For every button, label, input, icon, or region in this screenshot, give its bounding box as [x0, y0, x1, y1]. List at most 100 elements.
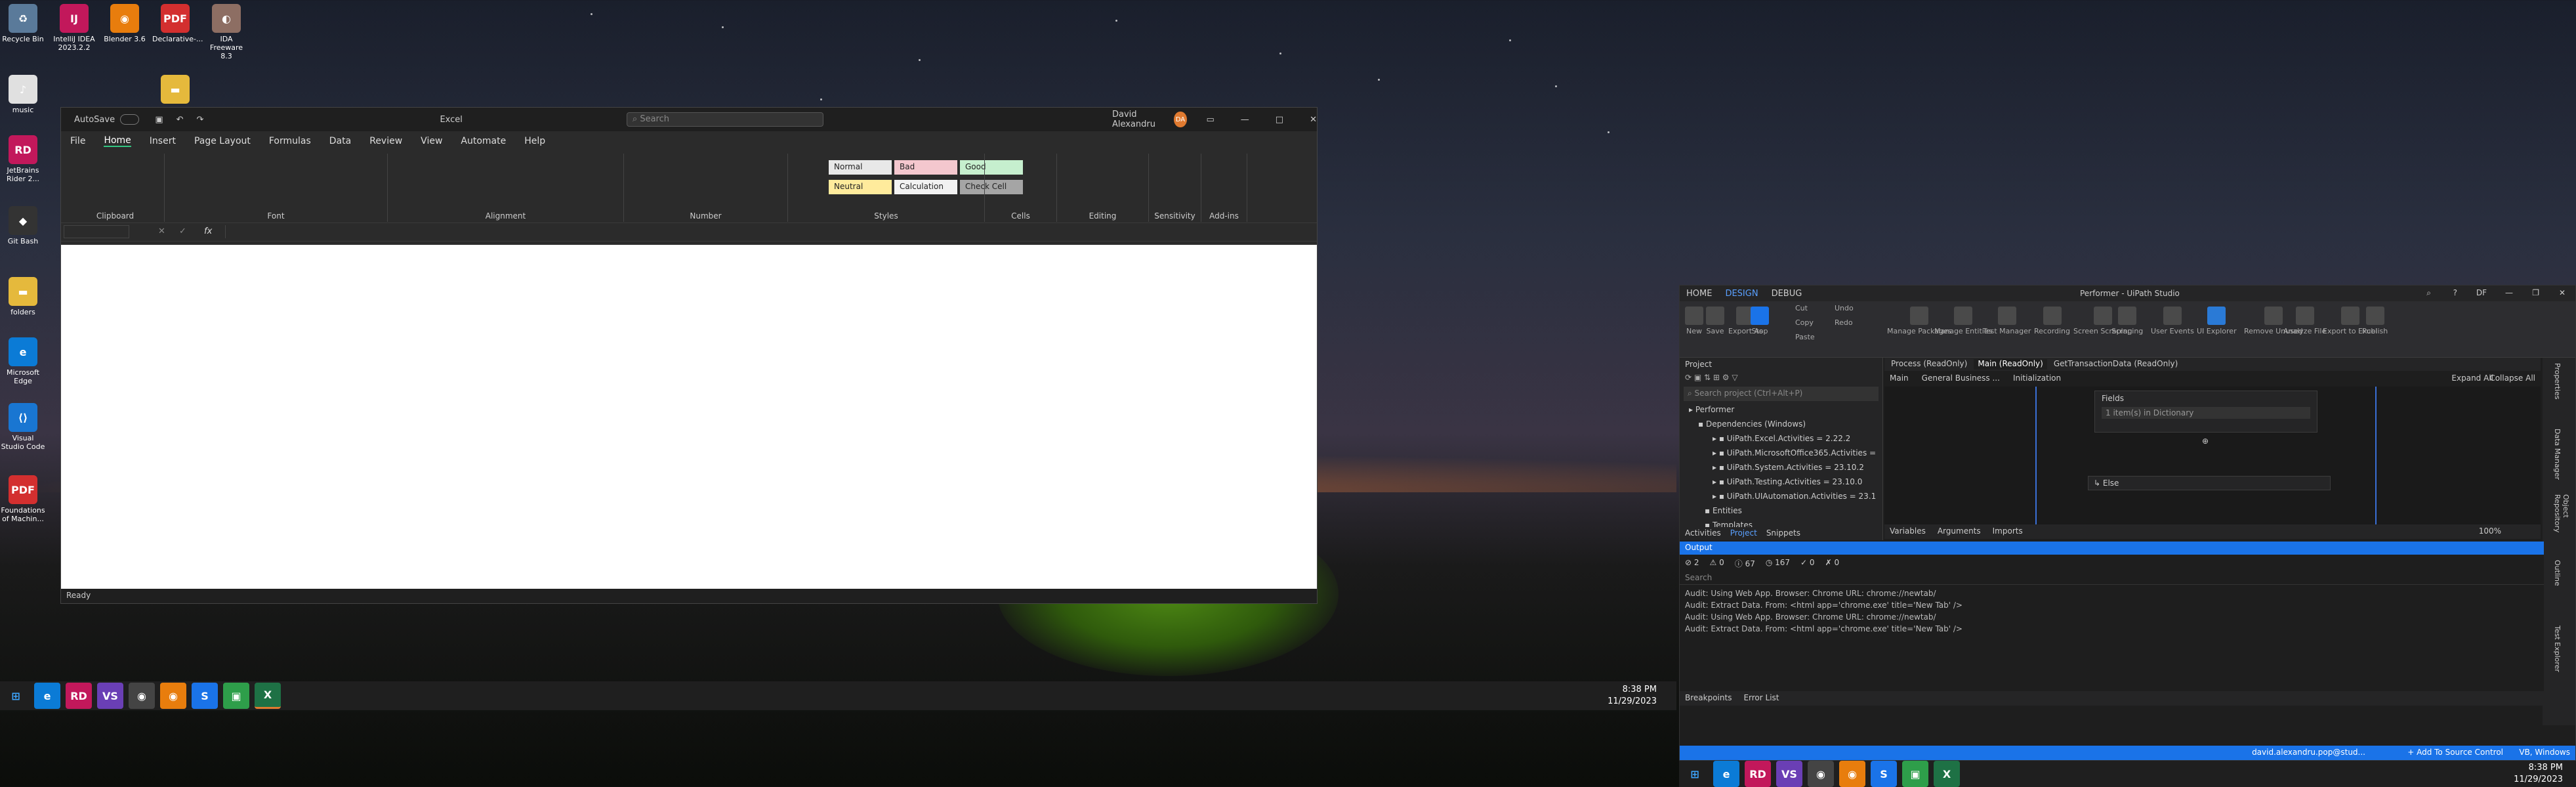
ribbon-stop-button[interactable]: Stop — [1751, 307, 1769, 335]
uipath-taskbar-icon[interactable]: S — [1871, 761, 1897, 787]
windows-start-icon[interactable]: ⊞ — [3, 683, 29, 709]
status-user[interactable]: david.alexandru.pop@stud... — [2252, 748, 2365, 757]
autosave-label[interactable]: AutoSave — [74, 115, 115, 125]
user-avatar[interactable]: DA — [1174, 112, 1187, 127]
blender-taskbar-icon[interactable]: ◉ — [160, 683, 186, 709]
footer-tab-error-list[interactable]: Error List — [1743, 693, 1779, 704]
user-initials[interactable]: DF — [2476, 288, 2487, 297]
visual-studio-taskbar-icon[interactable]: VS — [1776, 761, 1802, 787]
desktop-icon[interactable]: ◐ IDA Freeware 8.3 — [203, 4, 249, 60]
ribbon-user-events-button[interactable]: User Events — [2151, 307, 2194, 335]
ribbon-scraping-button[interactable]: Scraping — [2111, 307, 2143, 335]
help-icon[interactable]: ? — [2453, 288, 2457, 297]
undo-icon[interactable]: ↶ — [177, 115, 184, 125]
uipath-assistant-taskbar-icon[interactable]: ▣ — [223, 683, 249, 709]
panel-tab-activities[interactable]: Activities — [1685, 528, 1721, 539]
side-tab-data-manager[interactable]: Data Manager — [2543, 423, 2572, 489]
ribbon-undo-button[interactable]: Undo — [1835, 304, 1854, 312]
tree-item[interactable]: ▪ Entities — [1689, 503, 1882, 518]
breadcrumb-item[interactable]: Main — [1890, 373, 1909, 384]
output-search-input[interactable]: Search — [1680, 572, 2544, 585]
ribbon-display-icon[interactable]: ▭ — [1207, 115, 1215, 125]
ribbon-analyze-file-button[interactable]: Analyze File — [2283, 307, 2326, 335]
save-icon[interactable]: ▣ — [155, 115, 163, 125]
tree-item[interactable]: ▸ Performer — [1689, 402, 1882, 417]
visual-studio-taskbar-icon[interactable]: VS — [97, 683, 123, 709]
desktop-icon[interactable]: e Microsoft Edge — [0, 337, 46, 385]
tree-item[interactable]: ▸ ▪ UiPath.System.Activities = 23.10.2 — [1689, 460, 1882, 475]
output-filter[interactable]: ✗ 0 — [1825, 558, 1840, 568]
ribbon-tab-help[interactable]: Help — [524, 136, 545, 146]
desktop-icon[interactable]: PDF Foundations of Machin... — [0, 475, 46, 523]
add-activity-icon[interactable]: ⊕ — [2202, 436, 2209, 446]
ribbon-tab-data[interactable]: Data — [329, 136, 351, 146]
desktop-icon[interactable]: ◉ Blender 3.6 — [102, 4, 148, 43]
github-taskbar-icon[interactable]: ◉ — [1808, 761, 1834, 787]
tab-design[interactable]: DESIGN — [1718, 289, 1764, 299]
desktop-icon[interactable]: ◆ Git Bash — [0, 206, 46, 245]
studio-search-icon[interactable]: ⌕ — [2426, 288, 2431, 298]
tab-imports[interactable]: Imports — [1993, 526, 2023, 537]
ribbon-tab-formulas[interactable]: Formulas — [269, 136, 311, 146]
output-filter[interactable]: ✓ 0 — [1800, 558, 1815, 568]
document-tab[interactable]: Process (ReadOnly) — [1887, 359, 1971, 370]
desktop-icon[interactable]: ▬ folders — [0, 277, 46, 316]
ribbon-tab-home[interactable]: Home — [104, 135, 131, 147]
tab-debug[interactable]: DEBUG — [1765, 289, 1809, 299]
tree-item[interactable]: ▸ ▪ UiPath.Excel.Activities = 2.22.2 — [1689, 431, 1882, 446]
side-tab-properties[interactable]: Properties — [2543, 358, 2572, 423]
edge-taskbar-icon[interactable]: e — [1713, 761, 1739, 787]
ribbon-recording-button[interactable]: Recording — [2034, 307, 2070, 335]
cancel-formula-icon[interactable]: ✕ — [158, 226, 165, 236]
desktop-icon[interactable]: PDF Declarative-... — [152, 4, 203, 43]
fields-value-input[interactable]: 1 item(s) in Dictionary — [2102, 407, 2310, 419]
maximize-icon[interactable]: ❐ — [2532, 288, 2539, 297]
user-name[interactable]: David Alexandru — [1112, 110, 1169, 129]
document-tab[interactable]: GetTransactionData (ReadOnly) — [2050, 359, 2182, 370]
desktop-icon[interactable]: ⟨⟩ Visual Studio Code — [0, 403, 46, 451]
ribbon-ui-explorer-button[interactable]: UI Explorer — [2197, 307, 2237, 335]
footer-tab-breakpoints[interactable]: Breakpoints — [1685, 693, 1732, 704]
blender-taskbar-icon[interactable]: ◉ — [1839, 761, 1865, 787]
document-tab[interactable]: Main (ReadOnly) — [1974, 359, 2047, 370]
ribbon-tab-review[interactable]: Review — [369, 136, 402, 146]
output-filter[interactable]: ⚠ 0 — [1710, 558, 1724, 568]
ribbon-copy-button[interactable]: Copy — [1795, 318, 1814, 327]
tab-arguments[interactable]: Arguments — [1938, 526, 1981, 537]
close-icon[interactable]: ✕ — [2559, 288, 2566, 297]
rider-taskbar-icon[interactable]: RD — [1745, 761, 1771, 787]
side-tab-outline[interactable]: Outline — [2543, 555, 2572, 620]
ribbon-test-manager-button[interactable]: Test Manager — [1983, 307, 2031, 335]
zoom-level[interactable]: 100% — [2479, 526, 2501, 536]
maximize-icon[interactable]: □ — [1276, 115, 1283, 125]
github-taskbar-icon[interactable]: ◉ — [129, 683, 155, 709]
side-tab-test-explorer[interactable]: Test Explorer — [2543, 620, 2572, 686]
excel-taskbar-icon[interactable]: X — [255, 683, 281, 709]
ribbon-paste-button[interactable]: Paste — [1795, 333, 1815, 341]
close-icon[interactable]: ✕ — [1310, 115, 1317, 125]
desktop-icon[interactable]: ♻ Recycle Bin — [0, 4, 46, 43]
project-search-input[interactable]: ⌕ Search project (Ctrl+Alt+P) — [1684, 387, 1879, 401]
excel-taskbar-icon[interactable]: X — [1934, 761, 1960, 787]
tray-clock-right[interactable]: 8:38 PM 11/29/2023 — [2514, 762, 2563, 786]
ribbon-tab-view[interactable]: View — [421, 136, 442, 146]
autosave-toggle[interactable] — [120, 114, 140, 125]
ribbon-cut-button[interactable]: Cut — [1795, 304, 1808, 312]
output-filter[interactable]: ⓘ 67 — [1735, 558, 1755, 568]
side-tab-object-repository[interactable]: Object Repository — [2543, 489, 2576, 555]
ribbon-save-button[interactable]: Save — [1706, 307, 1724, 335]
ribbon-tab-page-layout[interactable]: Page Layout — [194, 136, 251, 146]
ribbon-publish-button[interactable]: Publish — [2362, 307, 2388, 335]
breadcrumb-item[interactable]: General Business ... — [1922, 373, 2000, 384]
expand-all-link[interactable]: Expand All — [2451, 373, 2493, 383]
output-filter[interactable]: ◷ 167 — [1766, 558, 1790, 568]
output-filter[interactable]: ⊘ 2 — [1685, 558, 1699, 568]
desktop-icon[interactable]: ♪ music — [0, 75, 46, 114]
tree-item[interactable]: ▸ ▪ UiPath.Testing.Activities = 23.10.0 — [1689, 475, 1882, 489]
tree-item[interactable]: ▸ ▪ UiPath.MicrosoftOffice365.Activities… — [1689, 446, 1882, 460]
desktop-icon[interactable]: IJ IntelliJ IDEA 2023.2.2 — [51, 4, 97, 52]
redo-icon[interactable]: ↷ — [197, 115, 204, 125]
tree-item[interactable]: ▪ Dependencies (Windows) — [1689, 417, 1882, 431]
uipath-taskbar-icon[interactable]: S — [192, 683, 218, 709]
insert-function-icon[interactable]: fx — [204, 226, 212, 236]
